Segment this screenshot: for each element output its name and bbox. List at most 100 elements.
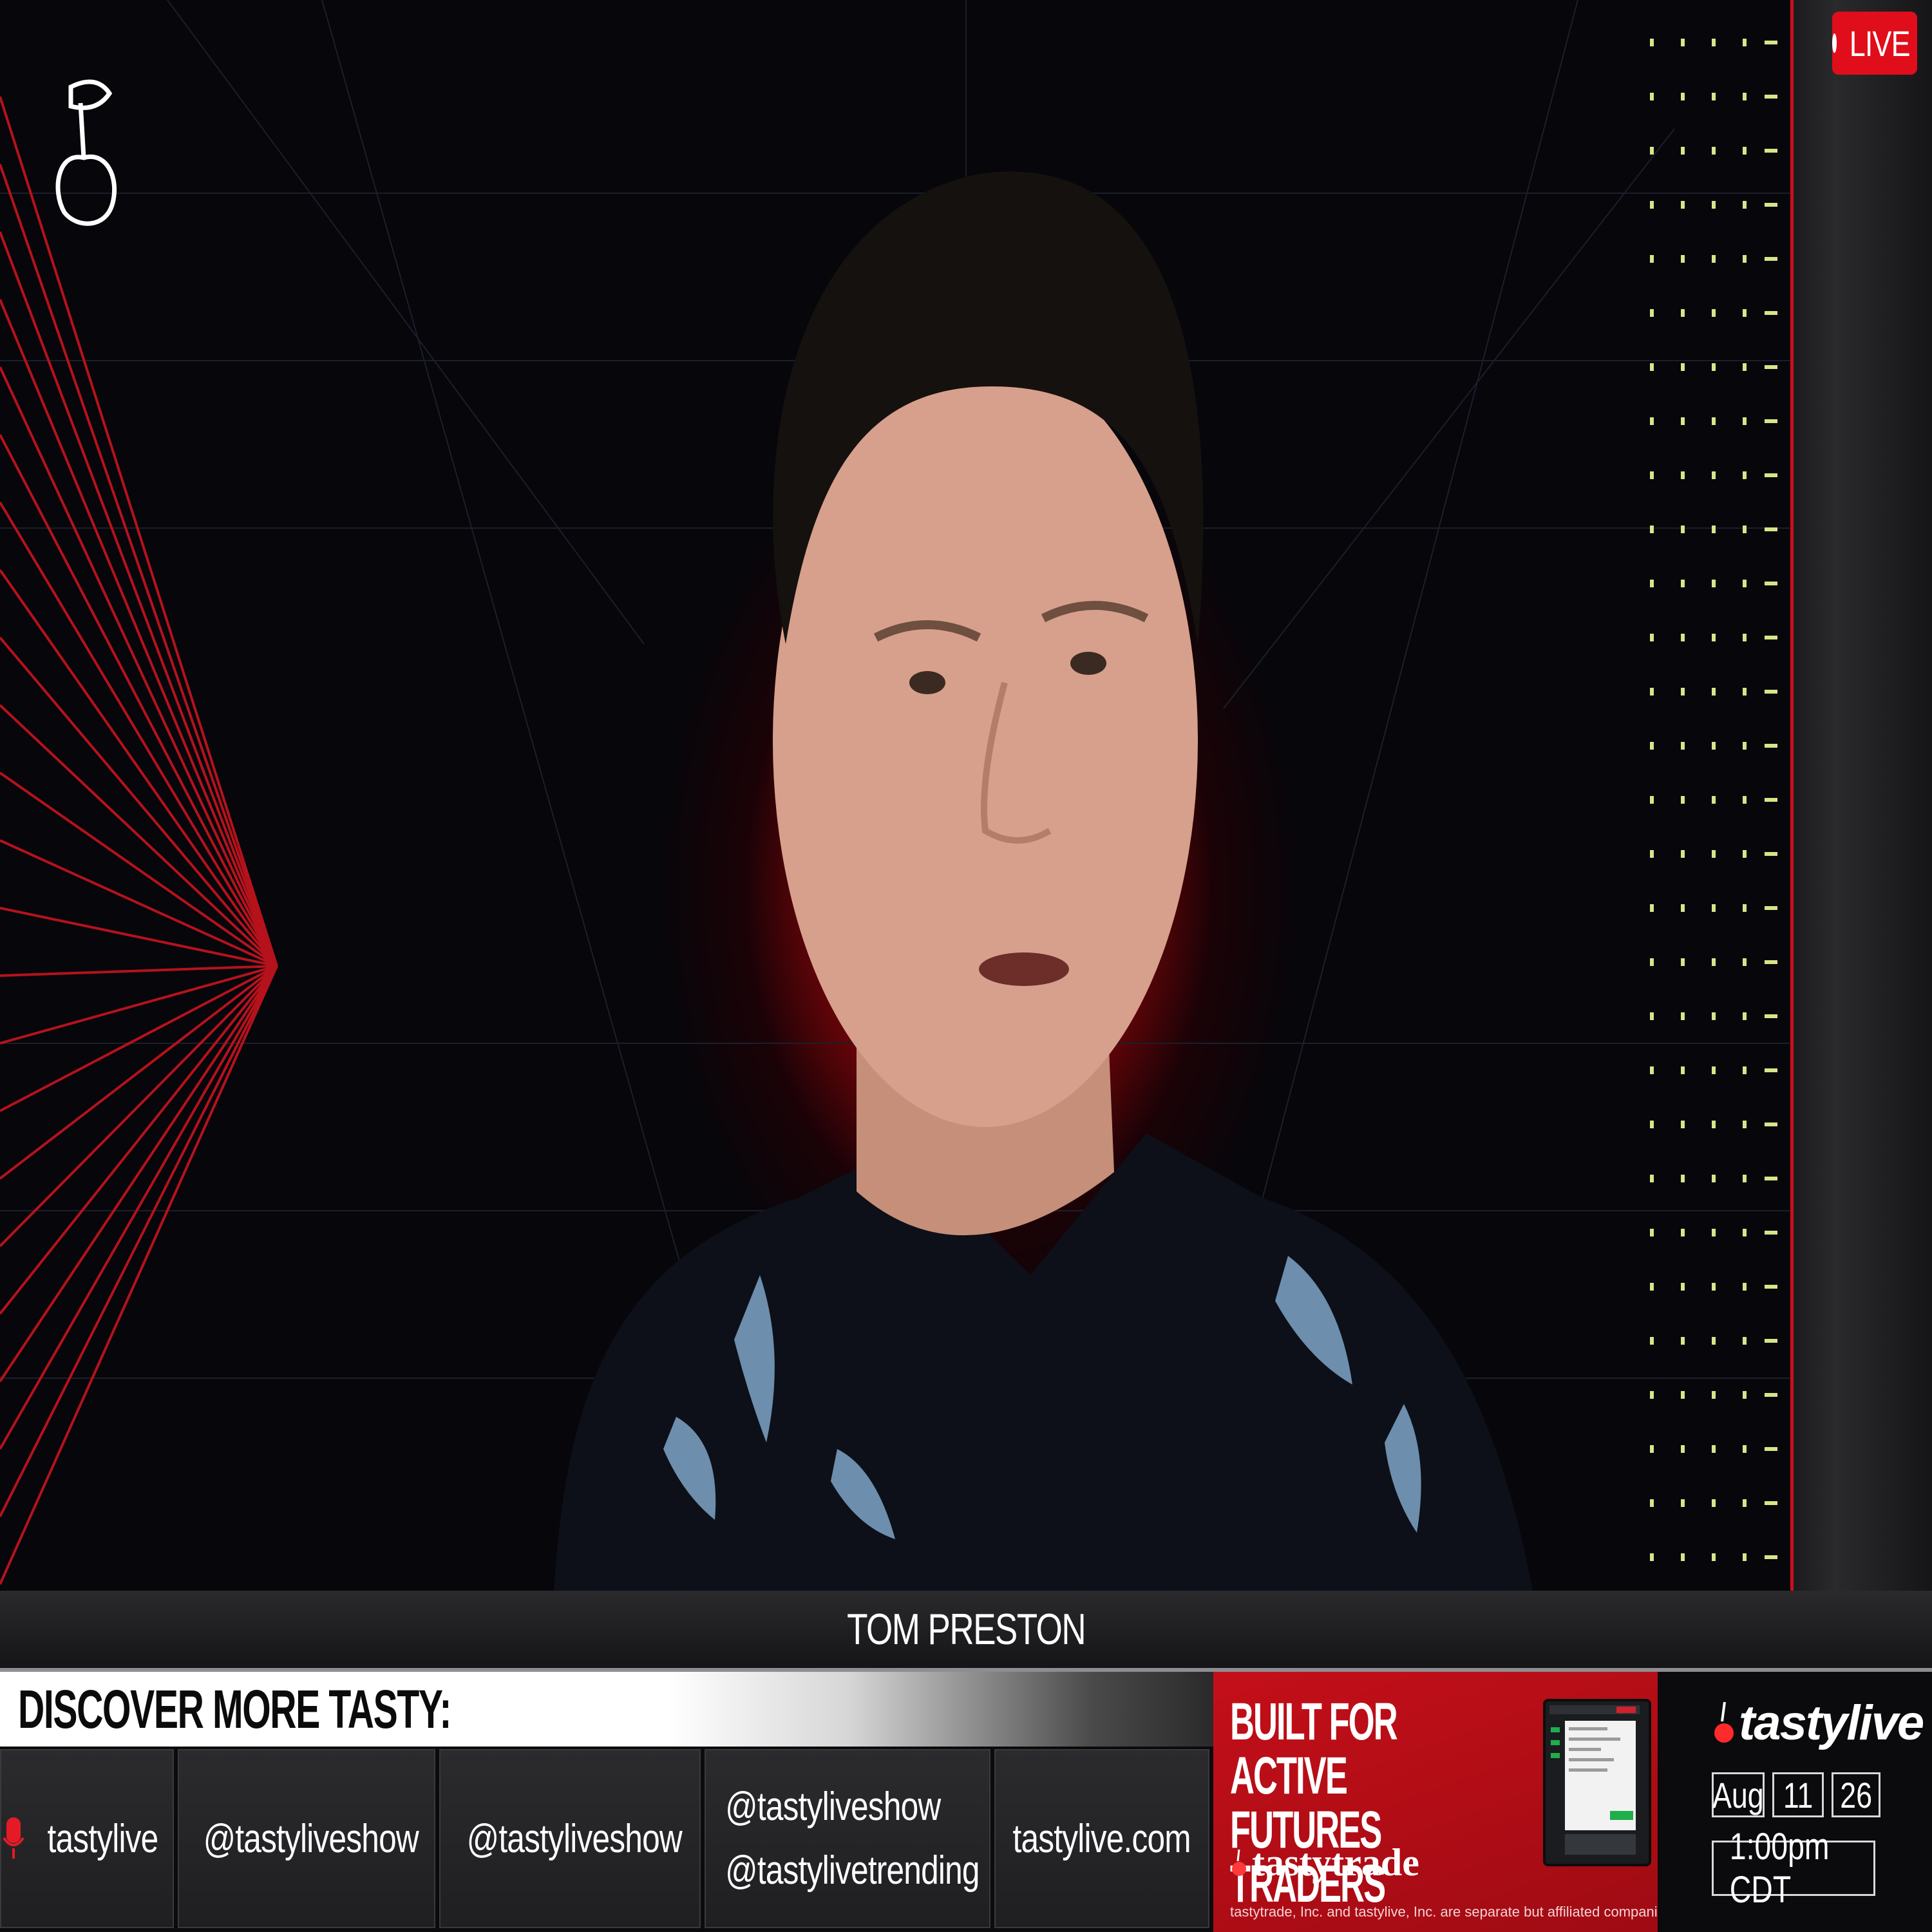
matrix-dot bbox=[1743, 201, 1747, 209]
matrix-dot bbox=[1681, 850, 1685, 858]
matrix-dot bbox=[1681, 1175, 1685, 1182]
matrix-dot bbox=[1681, 201, 1685, 209]
date-day: 11 bbox=[1772, 1772, 1824, 1817]
presenter-name: TOM PRESTON bbox=[847, 1605, 1086, 1654]
live-label: LIVE bbox=[1849, 23, 1910, 64]
matrix-dot bbox=[1743, 580, 1747, 587]
matrix-dot bbox=[1650, 1391, 1654, 1399]
matrix-dot bbox=[1650, 1553, 1654, 1561]
dot-matrix bbox=[1650, 39, 1777, 1561]
live-dot-icon bbox=[1832, 33, 1837, 53]
matrix-dash bbox=[1765, 1285, 1777, 1289]
matrix-dot bbox=[1712, 634, 1716, 641]
matrix-dot bbox=[1650, 93, 1654, 100]
matrix-dot bbox=[1650, 634, 1654, 641]
video-feed bbox=[0, 0, 1790, 1591]
matrix-dot bbox=[1712, 1337, 1716, 1345]
matrix-dot bbox=[1681, 1229, 1685, 1236]
presenter bbox=[554, 171, 1533, 1591]
matrix-dot bbox=[1712, 580, 1716, 587]
matrix-dash bbox=[1765, 906, 1777, 910]
social-label: tastylive.com bbox=[1012, 1816, 1191, 1861]
bottom-banner: DISCOVER MORE TASTY: tastylive @tastyliv… bbox=[0, 1672, 1932, 1932]
matrix-dot bbox=[1743, 1445, 1747, 1453]
social-x[interactable]: @tastyliveshow bbox=[178, 1749, 435, 1928]
matrix-dot bbox=[1681, 1012, 1685, 1020]
matrix-dot bbox=[1681, 1445, 1685, 1453]
social-website[interactable]: tastylive.com bbox=[994, 1749, 1209, 1928]
matrix-dot bbox=[1712, 39, 1716, 46]
matrix-dash bbox=[1765, 527, 1777, 531]
matrix-dash bbox=[1765, 960, 1777, 964]
matrix-dot bbox=[1681, 742, 1685, 750]
matrix-dot bbox=[1743, 958, 1747, 966]
matrix-dash bbox=[1765, 1555, 1777, 1559]
matrix-dot bbox=[1681, 1066, 1685, 1074]
matrix-dash bbox=[1765, 798, 1777, 802]
cherry-logo-icon bbox=[55, 79, 117, 226]
matrix-dot bbox=[1650, 309, 1654, 317]
matrix-dot bbox=[1681, 1499, 1685, 1507]
matrix-dot bbox=[1650, 580, 1654, 587]
matrix-dot bbox=[1743, 147, 1747, 155]
matrix-dot bbox=[1712, 742, 1716, 750]
matrix-dot bbox=[1650, 526, 1654, 533]
matrix-dot bbox=[1681, 634, 1685, 641]
cherry-icon bbox=[1714, 1701, 1734, 1743]
matrix-dot bbox=[1650, 147, 1654, 155]
trading-screen-graphic bbox=[1549, 1705, 1640, 1855]
right-edge-strip bbox=[1790, 0, 1932, 1591]
matrix-dot bbox=[1681, 1121, 1685, 1128]
matrix-dot bbox=[1743, 1283, 1747, 1291]
matrix-dot bbox=[1743, 417, 1747, 425]
matrix-dash bbox=[1765, 365, 1777, 369]
matrix-dot bbox=[1650, 1012, 1654, 1020]
tastytrade-ad[interactable]: BUILT FOR ACTIVE FUTURES TRADERS tastytr… bbox=[1213, 1672, 1658, 1932]
matrix-dot bbox=[1712, 1499, 1716, 1507]
discover-banner: DISCOVER MORE TASTY: bbox=[0, 1672, 1213, 1747]
matrix-dot bbox=[1712, 688, 1716, 696]
matrix-dot bbox=[1743, 255, 1747, 263]
matrix-dash bbox=[1765, 419, 1777, 423]
matrix-dot bbox=[1650, 1283, 1654, 1291]
matrix-dot bbox=[1712, 147, 1716, 155]
ad-headline-line1: BUILT FOR ACTIVE bbox=[1230, 1692, 1398, 1805]
matrix-dot bbox=[1743, 1229, 1747, 1236]
social-instagram[interactable]: @tastyliveshow bbox=[439, 1749, 701, 1928]
matrix-dash bbox=[1765, 1122, 1777, 1126]
matrix-dot bbox=[1743, 1499, 1747, 1507]
matrix-dash bbox=[1765, 1231, 1777, 1235]
matrix-dot bbox=[1681, 39, 1685, 46]
matrix-dot bbox=[1712, 1229, 1716, 1236]
matrix-dot bbox=[1743, 1121, 1747, 1128]
brand-panel: tastylive Aug 11 26 1:00pm CDT bbox=[1658, 1672, 1932, 1932]
matrix-dot bbox=[1743, 471, 1747, 479]
matrix-dot bbox=[1712, 363, 1716, 371]
matrix-dot bbox=[1743, 1175, 1747, 1182]
matrix-dot bbox=[1743, 526, 1747, 533]
social-tastylive[interactable]: tastylive bbox=[0, 1749, 174, 1928]
matrix-dash bbox=[1765, 149, 1777, 153]
social-label: @tastyliveshow bbox=[466, 1816, 683, 1861]
social-label: @tastyliveshow bbox=[203, 1816, 419, 1861]
social-youtube[interactable]: @tastyliveshow @tastylivetrending bbox=[705, 1749, 990, 1928]
time-display: 1:00pm CDT bbox=[1712, 1826, 1875, 1911]
matrix-dot bbox=[1743, 1391, 1747, 1399]
matrix-dot bbox=[1712, 1175, 1716, 1182]
matrix-dot bbox=[1681, 471, 1685, 479]
date-day-text: 11 bbox=[1783, 1774, 1814, 1815]
matrix-dot bbox=[1681, 93, 1685, 100]
matrix-dot bbox=[1712, 1066, 1716, 1074]
date-month-text: Aug bbox=[1712, 1774, 1764, 1815]
matrix-dot bbox=[1681, 958, 1685, 966]
matrix-dot bbox=[1743, 634, 1747, 641]
matrix-dash bbox=[1765, 1393, 1777, 1397]
matrix-dot bbox=[1650, 363, 1654, 371]
matrix-dot bbox=[1650, 904, 1654, 912]
matrix-dot bbox=[1681, 363, 1685, 371]
matrix-dash bbox=[1765, 744, 1777, 748]
matrix-dot bbox=[1650, 1337, 1654, 1345]
social-label: @tastyliveshow bbox=[724, 1785, 941, 1829]
matrix-dash bbox=[1765, 311, 1777, 315]
matrix-dot bbox=[1650, 1066, 1654, 1074]
